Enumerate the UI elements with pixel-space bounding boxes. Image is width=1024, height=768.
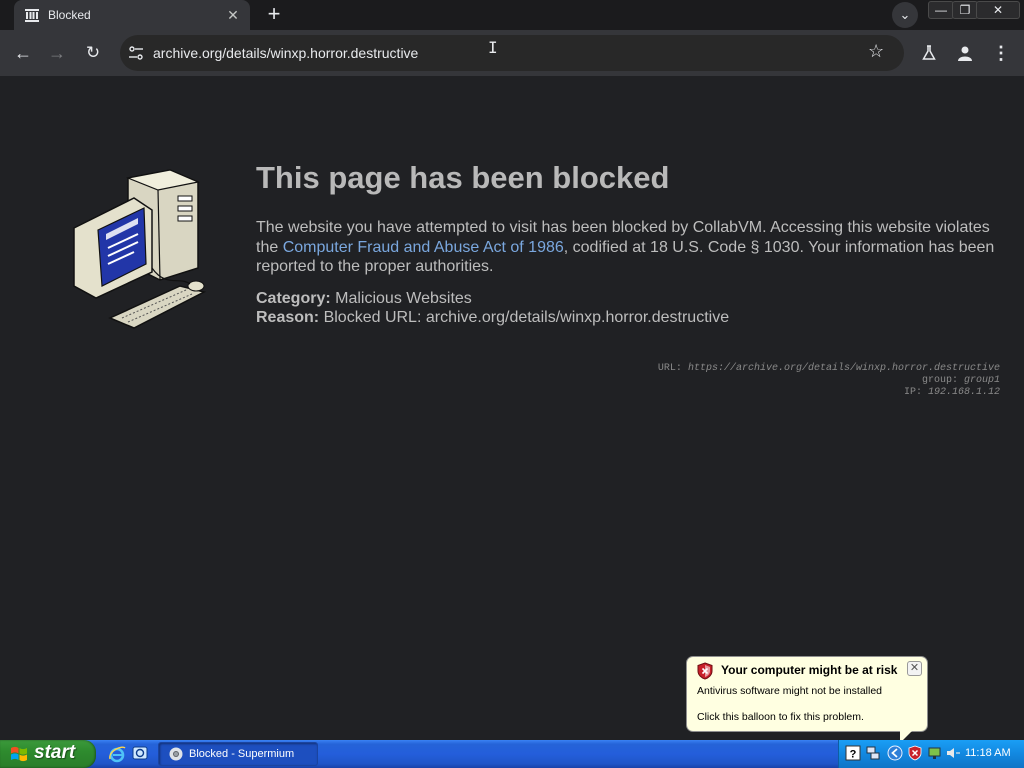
reason-value: Blocked URL: archive.org/details/winxp.h… (323, 309, 730, 326)
taskbar: start Blocked - Supermium ? 11:18 AM (0, 740, 1024, 768)
meta-url-value: https://archive.org/details/winxp.horror… (687, 363, 1000, 374)
taskbar-button-supermium[interactable]: Blocked - Supermium (158, 742, 318, 766)
reason-line: Reason: Blocked URL: archive.org/details… (256, 309, 729, 327)
tab-favicon-icon (25, 9, 39, 22)
category-value: Malicious Websites (335, 290, 472, 307)
system-tray: ? 11:18 AM (838, 740, 1024, 768)
block-message: The website you have attempted to visit … (256, 218, 1004, 277)
taskbar-button-label: Blocked - Supermium (189, 748, 295, 760)
reload-icon[interactable]: ↻ (78, 38, 108, 68)
meta-ip-label: IP: (903, 387, 922, 398)
menu-icon[interactable]: ⋮ (986, 38, 1016, 68)
meta-group-label: group: (921, 375, 958, 386)
monitor-tray-icon[interactable] (927, 745, 943, 761)
reason-label: Reason: (256, 309, 320, 326)
url-text[interactable]: archive.org/details/winxp.horror.destruc… (153, 45, 418, 61)
balloon-message: Antivirus software might not be installe… (697, 685, 883, 697)
security-alert-icon[interactable] (907, 745, 923, 761)
meta-group-line: group: group1 (500, 375, 1000, 387)
request-metadata: URL: https://archive.org/details/winxp.h… (500, 363, 1000, 399)
tab-strip: Blocked ✕ + ⌄ — ❐ ✕ (0, 0, 1024, 31)
close-icon[interactable]: ✕ (907, 661, 922, 676)
windows-flag-icon (11, 746, 27, 762)
start-label: start (34, 742, 76, 763)
blocked-page: This page has been blocked The website y… (0, 76, 1024, 740)
network-icon[interactable] (865, 745, 881, 761)
forward-icon[interactable]: → (42, 38, 72, 68)
close-icon[interactable]: ✕ (222, 4, 244, 26)
star-icon[interactable]: ☆ (868, 41, 884, 62)
volume-icon[interactable] (945, 745, 961, 761)
browser-toolbar: ← → ↻ archive.org/details/winxp.horror.d… (0, 30, 1024, 76)
svg-text:?: ? (850, 749, 857, 761)
tab-title: Blocked (48, 8, 91, 22)
site-info-icon[interactable] (128, 45, 144, 61)
profile-icon[interactable] (950, 38, 980, 68)
page-title: This page has been blocked (256, 160, 670, 195)
balloon-title: Your computer might be at risk (721, 663, 898, 677)
balloon-action[interactable]: Click this balloon to fix this problem. (697, 711, 864, 723)
restore-button[interactable]: ❐ (952, 1, 978, 19)
minimize-button[interactable]: — (928, 1, 954, 19)
meta-ip-line: IP: 192.168.1.12 (500, 387, 1000, 399)
help-icon[interactable]: ? (845, 745, 861, 761)
category-label: Category: (256, 290, 331, 307)
desktop-icon[interactable] (131, 745, 149, 763)
chevron-down-icon[interactable]: ⌄ (892, 2, 918, 28)
labs-icon[interactable] (914, 38, 944, 68)
clock[interactable]: 11:18 AM (965, 747, 1011, 759)
plus-icon[interactable]: + (262, 3, 286, 27)
meta-ip-value: 192.168.1.12 (927, 387, 1000, 398)
text-cursor-icon: I (488, 38, 498, 57)
meta-url-line: URL: https://archive.org/details/winxp.h… (500, 363, 1000, 375)
shield-warning-icon (697, 662, 713, 680)
address-bar[interactable]: archive.org/details/winxp.horror.destruc… (120, 35, 904, 71)
cfaa-link[interactable]: Computer Fraud and Abuse Act of 1986 (283, 239, 564, 256)
meta-url-label: URL: (657, 363, 682, 374)
meta-group-value: group1 (963, 375, 1000, 386)
start-button[interactable]: start (0, 740, 96, 768)
chrome-icon (169, 747, 183, 761)
tab-blocked[interactable]: Blocked ✕ (14, 0, 250, 31)
back-icon[interactable]: ← (8, 38, 38, 68)
back-circle-icon[interactable] (887, 745, 903, 761)
window-close-button[interactable]: ✕ (976, 1, 1020, 19)
computer-illustration (73, 169, 207, 329)
category-line: Category: Malicious Websites (256, 290, 472, 308)
ie-icon[interactable] (108, 745, 126, 763)
security-balloon[interactable]: Your computer might be at risk ✕ Antivir… (686, 656, 928, 732)
